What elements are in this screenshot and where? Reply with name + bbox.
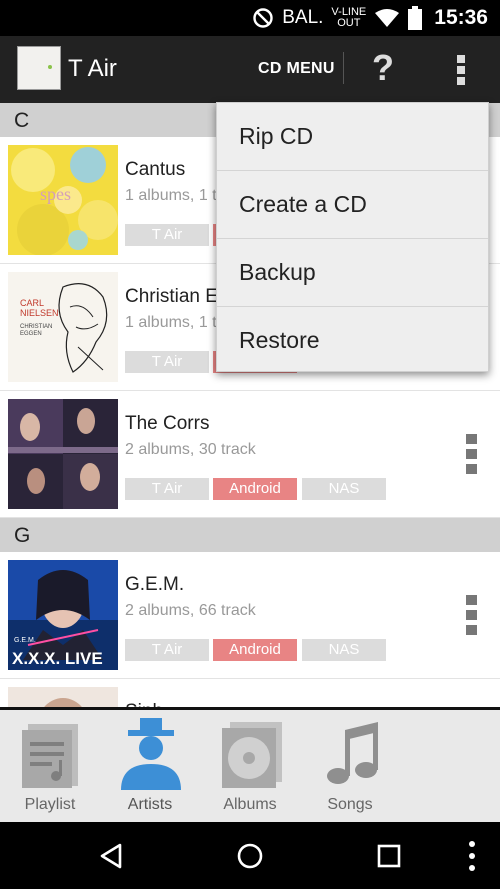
- status-bar: BAL. V-LINE OUT 15:36: [0, 0, 500, 36]
- menu-item-label: Restore: [239, 327, 320, 353]
- cover-text: EGGEN: [20, 331, 42, 337]
- list-item[interactable]: Sinh...: [0, 679, 500, 709]
- wifi-icon: [375, 9, 400, 27]
- tab-label: Artists: [127, 796, 173, 813]
- artist-count: 2 albums, 66 track: [125, 602, 256, 619]
- navigation-bar: [0, 822, 500, 889]
- tag-tair: T Air: [125, 224, 209, 246]
- album-cover: G.E.M. X.X.X. LIVE: [8, 560, 118, 670]
- cover-text: spes: [40, 184, 71, 204]
- menu-item-restore[interactable]: Restore: [217, 307, 488, 375]
- tag-nas: NAS: [302, 639, 386, 661]
- artist-name: The Corrs: [125, 413, 210, 434]
- tag-tair: T Air: [125, 478, 209, 500]
- overflow-menu-icon[interactable]: [467, 840, 477, 872]
- tag-android: Android: [213, 478, 297, 500]
- cover-text: NIELSEN: [20, 308, 59, 318]
- tab-label: Playlist: [24, 796, 76, 813]
- tab-playlist[interactable]: Playlist: [0, 710, 100, 822]
- menu-item-label: Rip CD: [239, 123, 314, 149]
- row-overflow-icon[interactable]: [466, 434, 480, 474]
- cover-text: X.X.X. LIVE: [12, 649, 103, 668]
- vline-bottom: OUT: [337, 17, 361, 29]
- menu-item-rip-cd[interactable]: Rip CD: [217, 103, 488, 171]
- cover-text: G.E.M.: [14, 637, 36, 644]
- cd-menu-dropdown: Rip CD Create a CD Backup Restore: [216, 102, 489, 372]
- tab-artists[interactable]: Artists: [100, 710, 200, 822]
- tag-tair: T Air: [125, 351, 209, 373]
- menu-item-backup[interactable]: Backup: [217, 239, 488, 307]
- bottom-tabs: Playlist Artists Albums Songs: [0, 710, 500, 822]
- battery-icon: [408, 6, 423, 30]
- playlist-icon: [22, 724, 78, 788]
- tab-label: Songs: [327, 796, 373, 813]
- tab-songs[interactable]: Songs: [300, 710, 400, 822]
- action-bar-divider: [343, 52, 344, 84]
- carrier-label: BAL.: [282, 7, 324, 28]
- recents-icon[interactable]: [377, 844, 401, 868]
- app-title: T Air: [68, 55, 117, 82]
- vline-out-label: V-LINE OUT: [331, 7, 366, 29]
- do-not-disturb-icon: [253, 8, 273, 28]
- tag-nas: NAS: [302, 478, 386, 500]
- section-header-g: G: [0, 518, 500, 552]
- tag-tair: T Air: [125, 639, 209, 661]
- back-icon[interactable]: [98, 842, 124, 870]
- action-bar: T Air CD MENU ?: [0, 36, 500, 103]
- row-overflow-icon[interactable]: [466, 595, 480, 635]
- cover-text: CHRISTIAN: [20, 324, 52, 330]
- help-icon[interactable]: ?: [366, 47, 400, 88]
- list-item[interactable]: The Corrs 2 albums, 30 track T Air Andro…: [0, 391, 500, 518]
- music-note-icon: [327, 722, 378, 784]
- menu-item-create-cd[interactable]: Create a CD: [217, 171, 488, 239]
- section-letter: G: [14, 524, 31, 547]
- artist-name: G.E.M.: [125, 574, 185, 595]
- section-letter: C: [14, 109, 30, 132]
- clock: 15:36: [434, 6, 488, 29]
- artist-icon: [121, 718, 181, 790]
- cd-menu-button[interactable]: CD MENU: [258, 60, 335, 78]
- album-icon: [222, 722, 282, 788]
- tab-label: Albums: [223, 796, 277, 813]
- album-cover: spes: [8, 145, 118, 255]
- album-cover: CARL NIELSEN CHRISTIAN EGGEN: [8, 272, 118, 382]
- cover-text: CARL: [20, 298, 44, 308]
- artist-name: Cantus: [125, 159, 186, 180]
- home-icon[interactable]: [236, 842, 264, 870]
- album-cover: [8, 399, 118, 509]
- artist-count: 2 albums, 30 track: [125, 441, 256, 458]
- tag-android: Android: [213, 639, 297, 661]
- tab-albums[interactable]: Albums: [200, 710, 300, 822]
- overflow-menu-icon[interactable]: [450, 52, 472, 86]
- menu-item-label: Backup: [239, 259, 316, 285]
- list-item[interactable]: G.E.M. X.X.X. LIVE G.E.M. 2 albums, 66 t…: [0, 552, 500, 679]
- app-logo[interactable]: [17, 46, 61, 90]
- album-cover: [8, 687, 118, 709]
- menu-item-label: Create a CD: [239, 191, 367, 217]
